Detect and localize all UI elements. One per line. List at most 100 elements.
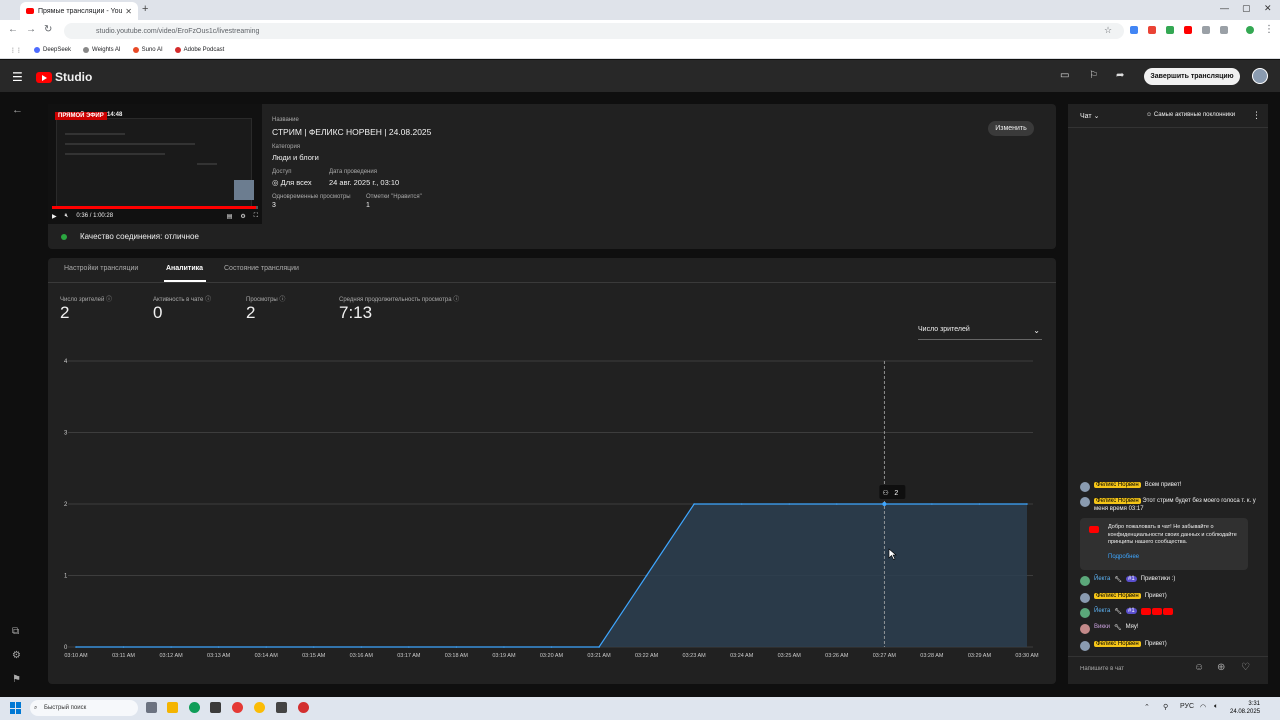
clock-date: 24.08.2025 — [1230, 709, 1261, 715]
x-tick-label: 03:29 AM — [968, 653, 992, 659]
avatar — [1080, 624, 1090, 634]
top-fans-filter[interactable]: ☺ Самые активные поклонники — [1146, 112, 1235, 118]
chrome-icon[interactable] — [254, 702, 265, 713]
language-indicator[interactable]: РУС — [1180, 703, 1194, 710]
data-point — [170, 646, 172, 648]
chat-author: Феликс Норвен — [1094, 498, 1141, 504]
x-tick-label: 03:27 AM — [873, 653, 897, 659]
avatar — [1080, 641, 1090, 651]
heart-icon[interactable]: ♡ — [1241, 662, 1250, 673]
taskbar-search-input[interactable]: ⌕ Быстрый поиск — [30, 700, 138, 716]
chat-author: Феликс Норвен — [1094, 482, 1141, 488]
chat-message[interactable]: Феликс Норвен Этот стрим будет без моего… — [1080, 497, 1260, 513]
viewers-icon: ⚇ — [882, 489, 888, 497]
file-explorer-icon[interactable] — [167, 702, 178, 713]
x-tick-label: 03:21 AM — [587, 653, 611, 659]
wifi-icon[interactable]: ◠ — [1200, 703, 1206, 711]
chat-message[interactable]: Викки 🔧︎ Мяу! — [1080, 624, 1260, 634]
chat-author: Йекта — [1094, 608, 1111, 614]
data-point — [598, 646, 600, 648]
chat-author: Феликс Норвен — [1094, 641, 1141, 647]
avatar — [1080, 497, 1090, 507]
x-tick-label: 03:30 AM — [1015, 653, 1039, 659]
edge-browser-icon[interactable] — [189, 702, 200, 713]
data-point — [645, 574, 648, 577]
wrench-icon: 🔧︎ — [1114, 577, 1122, 583]
x-tick-label: 03:19 AM — [492, 653, 516, 659]
chat-author: Викки — [1094, 624, 1110, 630]
welcome-text: Добро пожаловать в чат! Не забывайте о к… — [1108, 524, 1237, 545]
taskbar-search-placeholder: Быстрый поиск — [44, 705, 87, 711]
y-tick-label: 0 — [64, 645, 68, 651]
x-tick-label: 03:18 AM — [445, 653, 469, 659]
search-icon: ⌕ — [34, 704, 38, 711]
chat-message[interactable]: Йекта 🔧︎ #1 Приветики :) — [1080, 576, 1260, 586]
fans-icon: ☺ — [1146, 112, 1153, 118]
wrench-icon: 🔧︎ — [1113, 625, 1122, 631]
member-badge: #1 — [1125, 576, 1137, 582]
obs-icon[interactable] — [298, 702, 309, 713]
chat-author: Йекта — [1094, 576, 1111, 582]
system-clock[interactable]: 3:31 24.08.2025 — [1230, 700, 1260, 716]
data-point — [265, 646, 268, 648]
chat-body: Феликс Норвен Этот стрим будет без моего… — [1094, 497, 1260, 513]
data-point — [788, 503, 791, 505]
store-icon[interactable] — [210, 702, 221, 713]
avatar — [1080, 608, 1090, 618]
x-tick-label: 03:26 AM — [825, 653, 849, 659]
data-point — [503, 646, 505, 648]
chat-message[interactable]: Феликс Норвен Привет) — [1080, 641, 1260, 651]
avatar — [1080, 593, 1090, 603]
data-point — [978, 503, 981, 505]
chat-message[interactable]: Феликс Норвен Всем привет! — [1080, 482, 1260, 492]
data-point — [408, 646, 410, 648]
x-tick-label: 03:23 AM — [683, 653, 707, 659]
member-badge: #1 — [1125, 608, 1137, 614]
x-tick-label: 03:24 AM — [730, 653, 754, 659]
chat-mode-dropdown[interactable]: Чат ⌄ — [1080, 112, 1099, 120]
data-point — [931, 503, 933, 505]
app-icon[interactable] — [276, 702, 287, 713]
super-chat-icon[interactable]: ⊕ — [1217, 662, 1225, 673]
wrench-icon: 🔧︎ — [1114, 609, 1122, 615]
y-tick-label: 1 — [64, 574, 68, 580]
x-tick-label: 03:12 AM — [159, 653, 183, 659]
chat-more-icon[interactable]: ⋮ — [1252, 110, 1261, 121]
x-tick-label: 03:11 AM — [112, 653, 135, 659]
x-tick-label: 03:13 AM — [207, 653, 231, 659]
x-tick-label: 03:22 AM — [635, 653, 659, 659]
tray-chevron-icon[interactable]: ⌃ — [1144, 703, 1150, 711]
chat-text: Приветики :) — [1140, 576, 1176, 582]
x-tick-label: 03:20 AM — [540, 653, 564, 659]
data-point — [312, 646, 315, 648]
emoji-icon[interactable]: ☺ — [1194, 662, 1204, 673]
data-point — [217, 646, 220, 648]
chat-text: Мяу! — [1125, 624, 1139, 630]
tray-icon[interactable]: ⚲ — [1163, 703, 1168, 711]
data-point — [740, 503, 743, 505]
x-tick-label: 03:10 AM — [64, 653, 88, 659]
data-point — [693, 503, 695, 505]
task-view-icon[interactable] — [146, 702, 157, 713]
chat-author: Феликс Норвен — [1094, 593, 1141, 599]
x-tick-label: 03:16 AM — [350, 653, 374, 659]
volume-icon[interactable]: 🔈︎ — [1214, 703, 1218, 711]
chat-text: Всем привет! — [1144, 482, 1182, 488]
chat-title-text: Чат — [1080, 113, 1092, 120]
tooltip-value: 2 — [894, 490, 898, 497]
y-tick-label: 2 — [64, 502, 68, 508]
windows-start-icon[interactable] — [10, 702, 22, 714]
x-tick-label: 03:25 AM — [778, 653, 802, 659]
chat-message[interactable]: Феликс Норвен Привет) — [1080, 593, 1260, 603]
data-point — [360, 646, 363, 648]
chat-message[interactable]: Йекта 🔧︎ #1 — [1080, 608, 1260, 618]
yandex-browser-icon[interactable] — [232, 702, 243, 713]
youtube-icon — [1089, 526, 1099, 533]
learn-more-link[interactable]: Подробнее — [1108, 554, 1139, 560]
y-tick-label: 3 — [64, 431, 68, 437]
y-tick-label: 4 — [64, 359, 68, 365]
x-tick-label: 03:28 AM — [920, 653, 944, 659]
chat-text: Привет) — [1144, 641, 1167, 647]
avatar — [1080, 482, 1090, 492]
chat-input[interactable] — [1080, 662, 1184, 676]
